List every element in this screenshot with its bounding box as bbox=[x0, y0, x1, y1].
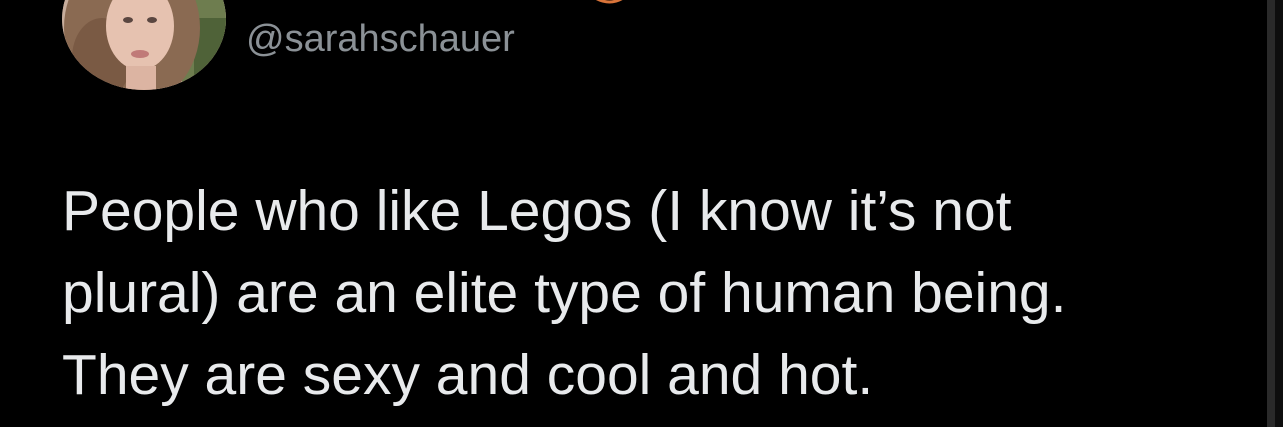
scrollbar[interactable] bbox=[1267, 0, 1275, 427]
avatar-photo bbox=[62, 0, 226, 90]
tweet-text-line: They are sexy and cool and hot. bbox=[62, 343, 874, 407]
user-handle[interactable]: @sarahschauer bbox=[246, 16, 515, 62]
tweet-text: People who like Legos (I know it’s not p… bbox=[62, 170, 1242, 416]
scrollbar-track bbox=[1275, 0, 1283, 427]
tweet: @sarahschauer People who like Legos (I k… bbox=[0, 0, 1283, 427]
display-name-fragment bbox=[595, 0, 623, 4]
avatar[interactable] bbox=[62, 0, 226, 90]
tweet-text-line: plural) are an elite type of human being… bbox=[62, 261, 1067, 325]
tweet-text-line: People who like Legos (I know it’s not bbox=[62, 179, 1012, 243]
